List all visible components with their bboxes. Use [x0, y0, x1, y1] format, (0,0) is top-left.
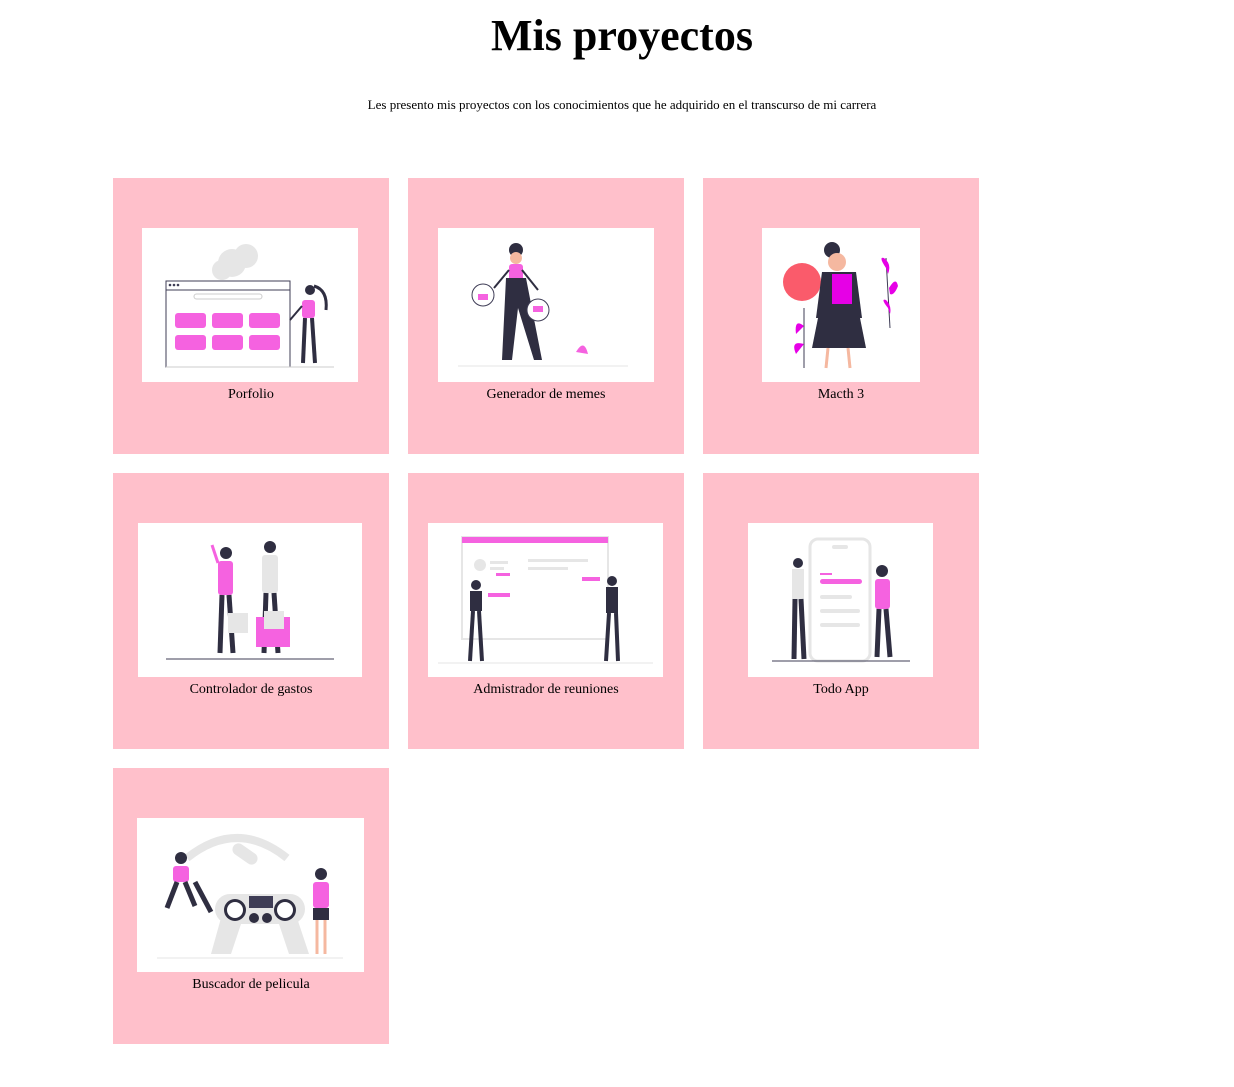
project-label: Todo App — [813, 682, 869, 697]
page-title: Mis proyectos — [491, 11, 753, 60]
project-card-todo-app[interactable]: Todo App — [703, 473, 979, 749]
likes-dislikes-illustration — [438, 228, 654, 382]
gaming-controller-illustration — [137, 818, 364, 972]
mobile-app-illustration — [748, 523, 933, 677]
project-card-buscador-de-pelicula[interactable]: Buscador de pelicula — [113, 768, 389, 1044]
project-label: Buscador de pelicula — [192, 977, 310, 992]
woman-with-plants-illustration — [762, 228, 920, 382]
project-label: Porfolio — [228, 387, 274, 402]
website-layout-illustration — [142, 228, 358, 382]
project-label: Generador de memes — [486, 387, 606, 402]
project-card-porfolio[interactable]: Porfolio — [113, 178, 389, 454]
project-card-admistrador-de-reuniones[interactable]: Admistrador de reuniones — [408, 473, 684, 749]
shopping-couple-illustration — [138, 523, 362, 677]
page-subtitle: Les presento mis proyectos con los conoc… — [367, 97, 877, 112]
project-label: Macth 3 — [817, 387, 865, 402]
presentation-board-illustration — [428, 523, 663, 677]
project-card-generador-de-memes[interactable]: Generador de memes — [408, 178, 684, 454]
project-label: Controlador de gastos — [189, 682, 313, 697]
project-card-controlador-de-gastos[interactable]: Controlador de gastos — [113, 473, 389, 749]
project-label: Admistrador de reuniones — [473, 682, 619, 697]
project-card-macth-3[interactable]: Macth 3 — [703, 178, 979, 454]
